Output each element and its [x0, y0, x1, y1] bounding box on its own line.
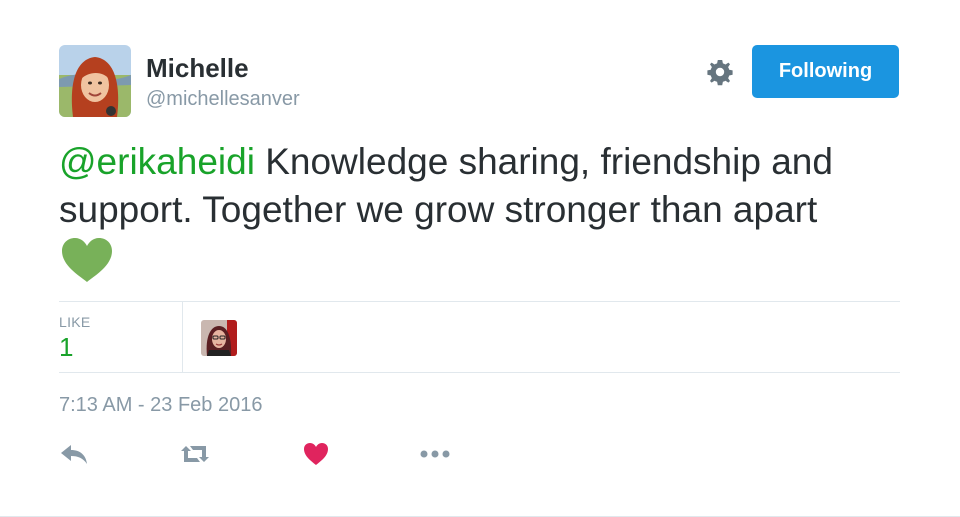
- tweet-timestamp[interactable]: 7:13 AM - 23 Feb 2016: [59, 394, 262, 417]
- liker-avatar[interactable]: [201, 320, 237, 356]
- green-heart-icon: [60, 236, 114, 284]
- following-button[interactable]: Following: [752, 45, 899, 98]
- author-handle[interactable]: @michellesanver: [146, 86, 300, 112]
- retweet-icon[interactable]: [179, 436, 211, 472]
- stats-divider: [182, 302, 183, 372]
- gear-icon[interactable]: [704, 56, 736, 88]
- tweet-card: Michelle @michellesanver Following @erik…: [0, 0, 960, 517]
- author-avatar[interactable]: [59, 45, 131, 117]
- like-count[interactable]: 1: [59, 332, 73, 363]
- author-name[interactable]: Michelle: [146, 52, 249, 84]
- heart-icon[interactable]: [302, 436, 330, 472]
- like-label[interactable]: LIKE: [59, 314, 91, 330]
- avatar-image: [59, 45, 131, 117]
- tweet-text: @erikaheidi Knowledge sharing, friendshi…: [59, 138, 909, 234]
- mention-link[interactable]: @erikaheidi: [59, 141, 255, 182]
- more-dots-icon[interactable]: [419, 436, 453, 472]
- reply-icon[interactable]: [59, 436, 95, 472]
- tweet-stats: LIKE 1: [59, 301, 900, 373]
